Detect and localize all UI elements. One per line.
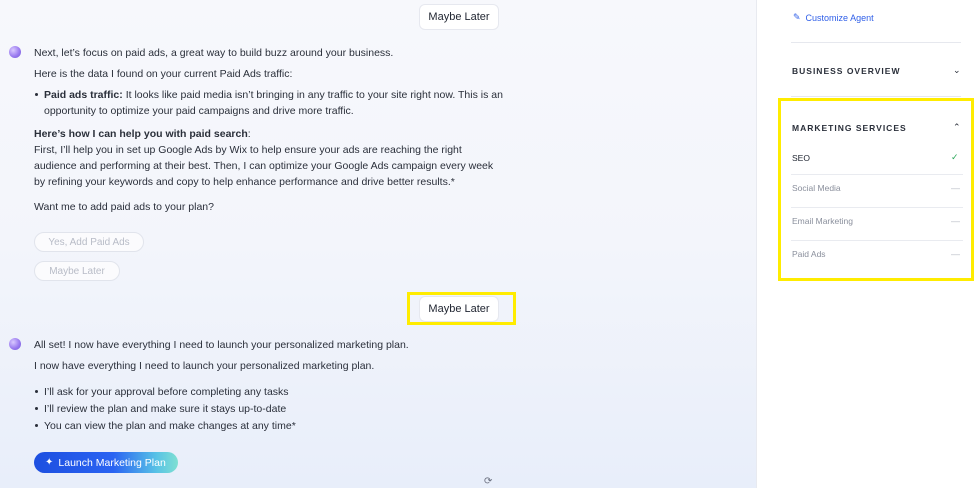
divider (791, 207, 963, 208)
service-item-seo[interactable]: SEO (792, 153, 810, 163)
message-data-line: Here is the data I found on your current… (34, 68, 293, 80)
chat-panel: Maybe Later Next, let’s focus on paid ad… (0, 0, 756, 488)
help-text: First, I’ll help you in set up Google Ad… (34, 144, 494, 188)
bullet-label: Paid ads traffic: (44, 89, 123, 101)
divider (791, 174, 963, 175)
highlight-box (407, 292, 516, 325)
business-overview-header[interactable]: BUSINESS OVERVIEW (792, 66, 900, 76)
traffic-list: Paid ads traffic: It looks like paid med… (34, 87, 504, 119)
list-item: You can view the plan and make changes a… (35, 418, 504, 434)
message-intro: Next, let’s focus on paid ads, a great w… (34, 47, 394, 59)
customize-label: Customize Agent (805, 12, 874, 23)
dash-icon: — (951, 249, 960, 259)
plan-list: I’ll ask for your approval before comple… (34, 384, 504, 434)
launch-label: Launch Marketing Plan (58, 456, 166, 469)
service-item-paid-ads[interactable]: Paid Ads (792, 249, 826, 259)
list-item: Paid ads traffic: It looks like paid med… (35, 87, 504, 119)
check-icon: ✓ (951, 152, 959, 162)
marketing-services-header[interactable]: MARKETING SERVICES (792, 123, 907, 133)
agent-message-all-set: All set! I now have everything I need to… (34, 337, 504, 434)
agent-avatar (9, 46, 21, 58)
plan-sidebar: ✎ Customize Agent BUSINESS OVERVIEW ⌄ MA… (756, 0, 980, 488)
message-question: Want me to add paid ads to your plan? (34, 201, 214, 213)
yes-add-paid-ads-button[interactable]: Yes, Add Paid Ads (34, 232, 144, 252)
user-reply-maybe-later: Maybe Later (419, 4, 499, 30)
divider (791, 42, 961, 43)
customize-agent-link[interactable]: ✎ Customize Agent (793, 12, 874, 23)
help-heading: Here’s how I can help you with paid sear… (34, 128, 251, 140)
list-item: I’ll review the plan and make sure it st… (35, 401, 504, 417)
launch-marketing-plan-button[interactable]: ✦ Launch Marketing Plan (34, 452, 178, 473)
divider (791, 96, 961, 97)
agent-avatar (9, 338, 21, 350)
service-item-social-media[interactable]: Social Media (792, 183, 841, 193)
dash-icon: — (951, 183, 960, 193)
message-line1: All set! I now have everything I need to… (34, 339, 409, 351)
dash-icon: — (951, 216, 960, 226)
agent-message-paid-ads: Next, let’s focus on paid ads, a great w… (34, 45, 504, 215)
message-line2: I now have everything I need to launch y… (34, 360, 375, 372)
chevron-up-icon[interactable]: ⌃ (953, 122, 961, 133)
service-item-email-marketing[interactable]: Email Marketing (792, 216, 853, 226)
divider (791, 240, 963, 241)
maybe-later-button[interactable]: Maybe Later (34, 261, 120, 281)
pencil-icon: ✎ (793, 12, 801, 22)
sparkle-icon: ✦ (45, 457, 54, 468)
chevron-down-icon[interactable]: ⌄ (953, 65, 961, 76)
refresh-icon[interactable]: ⟳ (484, 476, 492, 487)
list-item: I’ll ask for your approval before comple… (35, 384, 504, 400)
